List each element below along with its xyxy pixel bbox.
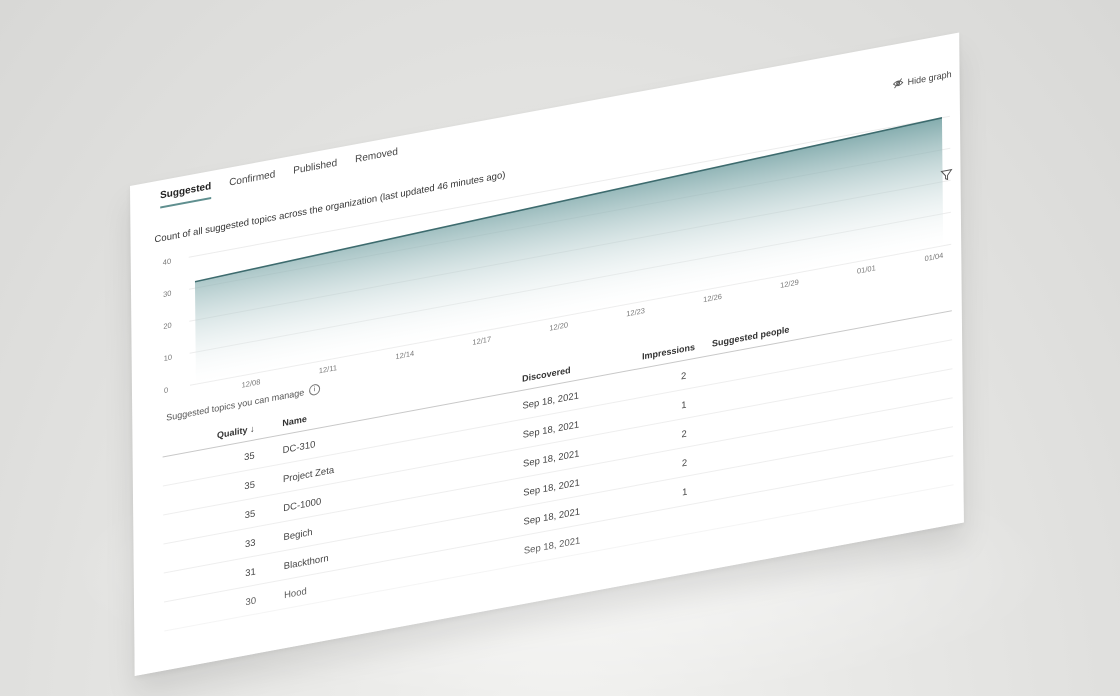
x-tick-label: 12/08 [242,377,261,389]
x-tick-label: 12/26 [703,292,722,304]
info-icon[interactable]: i [309,383,321,397]
tab-suggested[interactable]: Suggested [160,177,211,208]
quality-cell: 35 [244,479,256,493]
impressions-cell: 2 [681,428,687,441]
tab-published[interactable]: Published [293,154,337,184]
discovered-cell: Sep 18, 2021 [523,506,581,528]
y-tick-label: 40 [163,257,171,267]
impressions-cell: 1 [681,399,687,412]
column-header-name[interactable]: Name [282,414,307,429]
tab-confirmed[interactable]: Confirmed [229,165,275,196]
column-header-impressions[interactable]: Impressions [642,342,695,362]
quality-cell: 35 [244,508,256,522]
filter-icon[interactable] [940,168,953,182]
x-tick-label: 12/23 [626,306,645,318]
y-tick-label: 0 [164,385,168,395]
quality-cell: 30 [245,595,257,609]
x-tick-label: 12/11 [319,363,337,375]
discovered-cell: Sep 18, 2021 [523,535,581,557]
hide-graph-label: Hide graph [907,68,952,87]
hide-graph-button[interactable]: Hide graph [892,68,952,90]
quality-cell: 35 [244,450,255,464]
y-tick-label: 30 [163,289,171,299]
x-tick-label: 12/20 [549,320,568,332]
impressions-cell [644,527,688,535]
name-cell[interactable]: Begich [283,527,312,543]
tab-removed[interactable]: Removed [355,142,398,172]
y-tick-label: 20 [163,321,171,331]
topics-panel: Suggested Confirmed Published Removed Hi… [130,32,964,676]
discovered-cell: Sep 18, 2021 [522,448,580,470]
column-header-quality[interactable]: Quality ↓ [202,423,255,443]
discovered-cell: Sep 18, 2021 [522,419,580,441]
name-cell[interactable]: Project Zeta [283,465,334,485]
discovered-cell: Sep 18, 2021 [522,390,579,412]
impressions-cell: 2 [681,457,688,470]
name-cell[interactable]: DC-1000 [283,496,321,514]
x-tick-label: 12/14 [395,349,414,361]
impressions-cell: 1 [682,486,688,499]
name-cell[interactable]: Blackthorn [284,553,329,572]
y-tick-label: 10 [164,353,172,363]
discovered-cell: Sep 18, 2021 [523,477,580,499]
eye-hide-icon [892,78,904,89]
quality-cell: 31 [245,566,256,580]
x-tick-label: 12/17 [472,335,491,347]
x-tick-label: 01/01 [857,263,876,275]
column-header-discovered[interactable]: Discovered [522,365,571,384]
impressions-cell: 2 [680,370,687,383]
name-cell[interactable]: Hood [284,586,307,601]
quality-cell: 33 [244,537,256,551]
name-cell[interactable]: DC-310 [283,439,316,456]
x-tick-label: 01/04 [925,251,944,263]
x-tick-label: 12/29 [780,278,799,290]
